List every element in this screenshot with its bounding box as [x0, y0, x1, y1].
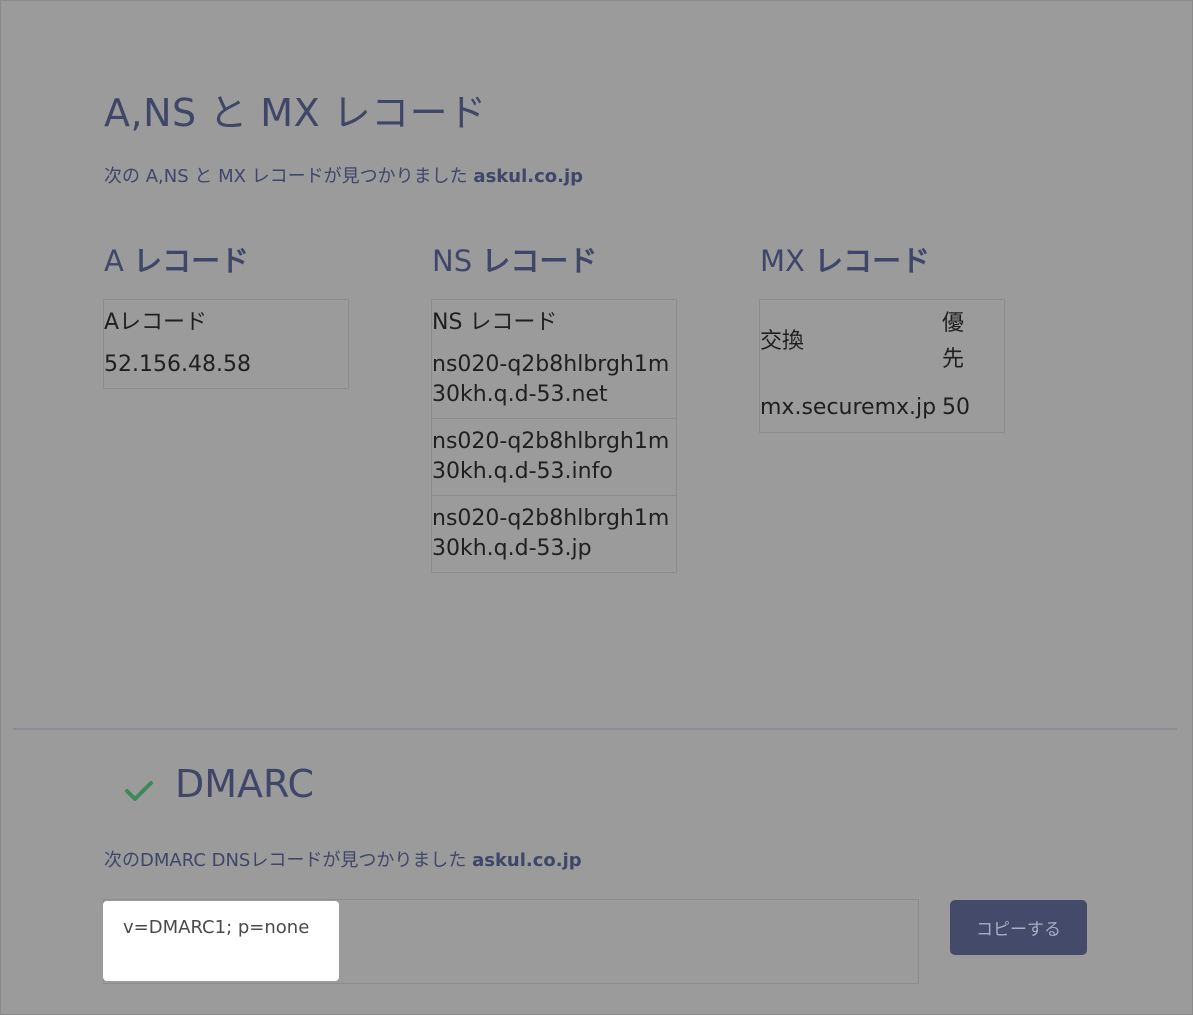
ns-record-value: ns020-q2b8hlbrgh1m30kh.q.d-53.info [432, 418, 676, 495]
a-records-title: A レコード [104, 244, 250, 278]
ns-records-table: NS レコード ns020-q2b8hlbrgh1m30kh.q.d-53.ne… [431, 299, 677, 573]
a-records-header: Aレコード [104, 310, 208, 335]
copy-button[interactable]: コピーする [950, 900, 1087, 955]
mx-record-row: mx.securemx.jp 50 [760, 384, 1004, 432]
records-intro-domain: askul.co.jp [473, 166, 584, 187]
a-record-value: 52.156.48.58 [104, 352, 251, 377]
ns-record-value: ns020-q2b8hlbrgh1m30kh.q.d-53.jp [432, 495, 676, 572]
dmarc-intro-text: 次のDMARC DNSレコードが見つかりました [104, 850, 467, 871]
mx-header-exchange: 交換 [760, 329, 805, 354]
mx-record-exchange: mx.securemx.jp [760, 395, 937, 420]
ns-records-header: NS レコード [432, 310, 558, 335]
mx-header-priority: 優先 [942, 311, 965, 372]
mx-records-title: MX レコード [760, 244, 931, 278]
records-intro-text: 次の A,NS と MX レコードが見つかりました [104, 166, 468, 187]
mx-records-table: 交換 優先 mx.securemx.jp 50 [759, 299, 1005, 433]
dmarc-intro-domain: askul.co.jp [472, 850, 582, 871]
check-icon [125, 781, 153, 801]
a-records-table: Aレコード 52.156.48.58 [103, 299, 349, 389]
dmarc-intro: 次のDMARC DNSレコードが見つかりました askul.co.jp [104, 846, 582, 872]
ns-record-value: ns020-q2b8hlbrgh1m30kh.q.d-53.net [432, 352, 670, 407]
dmarc-record-value[interactable]: v=DMARC1; p=none [103, 901, 339, 981]
records-section-title: A,NS と MX レコード [104, 91, 487, 135]
section-divider [13, 728, 1177, 730]
dmarc-title: DMARC [175, 762, 315, 806]
mx-record-priority: 50 [942, 395, 970, 420]
ns-records-title: NS レコード [432, 244, 598, 278]
records-intro: 次の A,NS と MX レコードが見つかりました askul.co.jp [104, 162, 583, 188]
mx-records-header-row: 交換 優先 [760, 300, 1004, 384]
